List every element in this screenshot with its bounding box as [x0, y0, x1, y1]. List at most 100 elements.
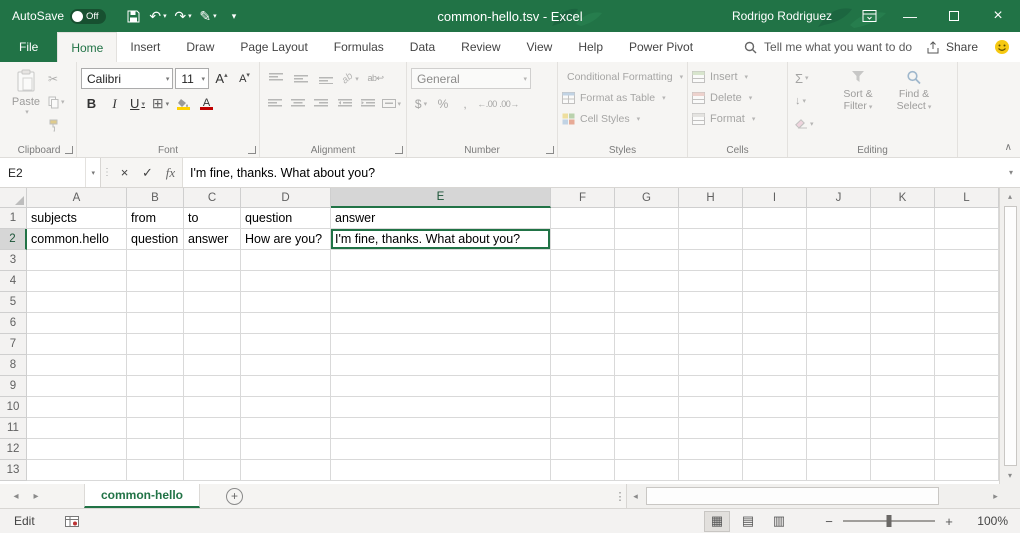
cell-K8[interactable] — [871, 355, 935, 376]
cell-G13[interactable] — [615, 460, 679, 481]
tab-page-layout[interactable]: Page Layout — [227, 32, 320, 62]
cell-B6[interactable] — [127, 313, 184, 334]
share-button[interactable]: Share — [926, 32, 978, 62]
cell-B8[interactable] — [127, 355, 184, 376]
horizontal-scrollbar[interactable]: ◂ ▸ — [626, 484, 1004, 508]
cell-J8[interactable] — [807, 355, 871, 376]
row-header-9[interactable]: 9 — [0, 376, 27, 397]
cell-J10[interactable] — [807, 397, 871, 418]
cell-A1[interactable]: subjects — [27, 208, 127, 229]
number-dialog-launcher[interactable] — [546, 146, 554, 154]
conditional-formatting-button[interactable]: Conditional Formatting▾ — [562, 66, 683, 87]
percent-style-button[interactable]: % — [433, 94, 453, 114]
cell-A10[interactable] — [27, 397, 127, 418]
cell-H11[interactable] — [679, 418, 743, 439]
tab-help[interactable]: Help — [565, 32, 616, 62]
cell-B12[interactable] — [127, 439, 184, 460]
cell-L7[interactable] — [935, 334, 999, 355]
cell-G12[interactable] — [615, 439, 679, 460]
redo-button[interactable]: ↷▾ — [172, 4, 194, 28]
cell-B13[interactable] — [127, 460, 184, 481]
font-size-combo[interactable]: 11▾ — [175, 68, 209, 89]
cell-L11[interactable] — [935, 418, 999, 439]
cell-G1[interactable] — [615, 208, 679, 229]
fill-button[interactable]: ↓▾ — [792, 91, 830, 111]
row-header-6[interactable]: 6 — [0, 313, 27, 334]
cell-D1[interactable]: question — [241, 208, 331, 229]
row-header-2[interactable]: 2 — [0, 229, 27, 250]
borders-button[interactable]: ⊞▾ — [150, 93, 171, 114]
increase-font-size-button[interactable]: A▴ — [211, 68, 232, 89]
scroll-right-arrow[interactable]: ▸ — [987, 484, 1004, 508]
cell-F10[interactable] — [551, 397, 615, 418]
cell-I11[interactable] — [743, 418, 807, 439]
cell-F1[interactable] — [551, 208, 615, 229]
align-right-button[interactable] — [311, 94, 332, 114]
cell-E9[interactable] — [331, 376, 551, 397]
cell-J7[interactable] — [807, 334, 871, 355]
cell-D8[interactable] — [241, 355, 331, 376]
paste-button[interactable]: Paste ▾ — [6, 66, 46, 138]
cell-E13[interactable] — [331, 460, 551, 481]
cell-C8[interactable] — [184, 355, 241, 376]
column-header-J[interactable]: J — [807, 188, 871, 208]
cell-F3[interactable] — [551, 250, 615, 271]
cell-F5[interactable] — [551, 292, 615, 313]
cell-H7[interactable] — [679, 334, 743, 355]
delete-cells-button[interactable]: Delete▾ — [692, 87, 783, 108]
cell-E7[interactable] — [331, 334, 551, 355]
cell-A3[interactable] — [27, 250, 127, 271]
cell-E10[interactable] — [331, 397, 551, 418]
insert-function-button[interactable]: fx — [159, 158, 182, 187]
cell-B5[interactable] — [127, 292, 184, 313]
cell-I3[interactable] — [743, 250, 807, 271]
cell-A13[interactable] — [27, 460, 127, 481]
column-header-A[interactable]: A — [27, 188, 127, 208]
cancel-button[interactable]: × — [113, 158, 136, 187]
cell-C3[interactable] — [184, 250, 241, 271]
copy-button[interactable]: ▾ — [46, 92, 72, 112]
tab-home[interactable]: Home — [57, 32, 117, 62]
cell-J12[interactable] — [807, 439, 871, 460]
cell-A6[interactable] — [27, 313, 127, 334]
cell-F12[interactable] — [551, 439, 615, 460]
cell-K5[interactable] — [871, 292, 935, 313]
new-sheet-button[interactable]: + — [226, 488, 243, 505]
cell-styles-button[interactable]: Cell Styles▾ — [562, 108, 683, 129]
cell-C6[interactable] — [184, 313, 241, 334]
row-header-4[interactable]: 4 — [0, 271, 27, 292]
formula-input[interactable]: I'm fine, thanks. What about you? ▾ — [182, 158, 1020, 187]
cell-I6[interactable] — [743, 313, 807, 334]
column-header-L[interactable]: L — [935, 188, 999, 208]
align-center-button[interactable] — [287, 94, 308, 114]
tab-data[interactable]: Data — [397, 32, 448, 62]
cell-C7[interactable] — [184, 334, 241, 355]
cell-F13[interactable] — [551, 460, 615, 481]
cell-E5[interactable] — [331, 292, 551, 313]
cell-C5[interactable] — [184, 292, 241, 313]
increase-decimal-button[interactable]: ←.00 — [477, 94, 497, 114]
zoom-out-button[interactable]: − — [818, 514, 840, 529]
underline-button[interactable]: U▾ — [127, 93, 148, 114]
tab-review[interactable]: Review — [448, 32, 513, 62]
cell-G6[interactable] — [615, 313, 679, 334]
cell-F7[interactable] — [551, 334, 615, 355]
cell-B9[interactable] — [127, 376, 184, 397]
cell-C11[interactable] — [184, 418, 241, 439]
font-name-combo[interactable]: Calibri▾ — [81, 68, 173, 89]
decrease-indent-button[interactable] — [334, 94, 355, 114]
name-box-dropdown-icon[interactable]: ▾ — [85, 158, 100, 187]
cell-D2[interactable]: How are you? — [241, 229, 331, 250]
feedback-button[interactable] — [994, 32, 1010, 62]
cell-J9[interactable] — [807, 376, 871, 397]
cell-E6[interactable] — [331, 313, 551, 334]
save-button[interactable] — [122, 4, 144, 28]
undo-button[interactable]: ↶▾ — [147, 4, 169, 28]
cell-A5[interactable] — [27, 292, 127, 313]
pen-dropdown-icon[interactable]: ▾ — [213, 12, 217, 20]
cell-K12[interactable] — [871, 439, 935, 460]
cell-L3[interactable] — [935, 250, 999, 271]
cell-H3[interactable] — [679, 250, 743, 271]
tab-insert[interactable]: Insert — [117, 32, 173, 62]
cell-C12[interactable] — [184, 439, 241, 460]
